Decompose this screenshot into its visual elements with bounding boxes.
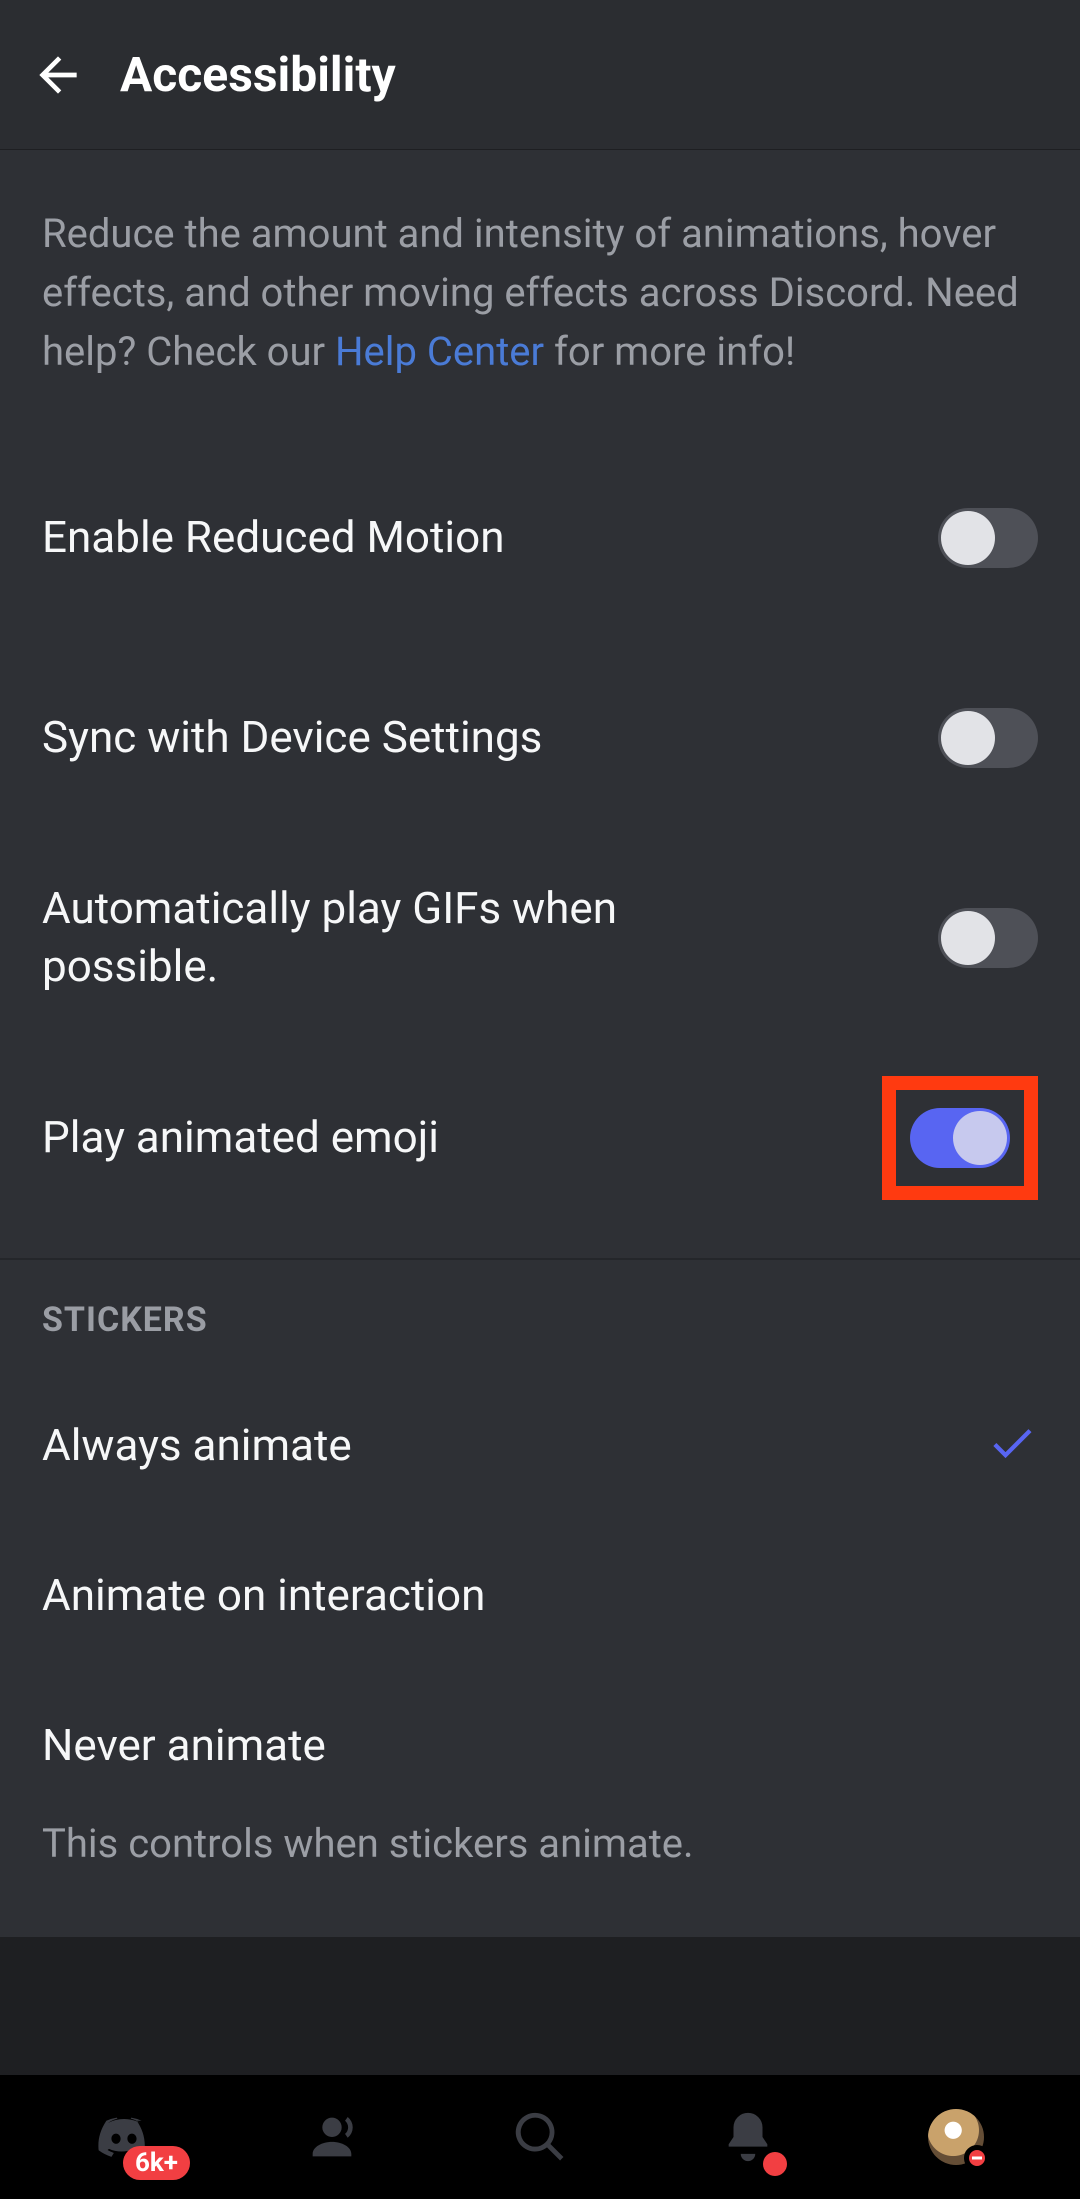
toggle-sync-device[interactable] [938,708,1038,768]
label-never-animate: Never animate [42,1719,326,1771]
label-autoplay-gifs: Automatically play GIFs when possible. [42,880,802,994]
option-animate-interaction[interactable]: Animate on interaction [0,1520,1080,1670]
header: Accessibility [0,0,1080,150]
content: Reduce the amount and intensity of anima… [0,150,1080,1937]
label-animated-emoji: Play animated emoji [42,1109,439,1166]
notification-dot [763,2152,787,2176]
nav-profile[interactable] [911,2092,1001,2182]
row-reduced-motion[interactable]: Enable Reduced Motion [0,438,1080,638]
section-title-stickers: STICKERS [0,1260,1080,1370]
toggle-knob [941,511,995,565]
option-never-animate[interactable]: Never animate [0,1670,1080,1820]
page-title: Accessibility [120,46,396,103]
back-button[interactable] [30,47,120,103]
row-autoplay-gifs[interactable]: Automatically play GIFs when possible. [0,838,1080,1038]
search-icon [511,2108,569,2166]
stickers-description: This controls when stickers animate. [0,1820,1080,1917]
bottom-nav: 6k+ [0,2075,1080,2199]
friends-icon [303,2108,361,2166]
servers-badge: 6k+ [123,2146,190,2180]
option-always-animate[interactable]: Always animate [0,1370,1080,1520]
toggle-knob [953,1111,1007,1165]
label-animate-interaction: Animate on interaction [42,1569,485,1621]
row-animated-emoji[interactable]: Play animated emoji [0,1038,1080,1238]
label-always-animate: Always animate [42,1419,352,1471]
status-dnd-icon [964,2145,990,2171]
intro-text: Reduce the amount and intensity of anima… [0,150,1080,438]
toggle-reduced-motion[interactable] [938,508,1038,568]
nav-friends[interactable] [287,2092,377,2182]
toggle-knob [941,911,995,965]
toggle-animated-emoji[interactable] [910,1108,1010,1168]
row-sync-device[interactable]: Sync with Device Settings [0,638,1080,838]
label-reduced-motion: Enable Reduced Motion [42,509,505,566]
highlight-box [882,1076,1038,1200]
nav-notifications[interactable] [703,2092,793,2182]
avatar [928,2109,984,2165]
nav-search[interactable] [495,2092,585,2182]
arrow-left-icon [30,47,86,103]
nav-servers[interactable]: 6k+ [79,2092,169,2182]
label-sync-device: Sync with Device Settings [42,709,542,766]
intro-after: for more info! [544,328,795,375]
toggle-knob [941,711,995,765]
help-center-link[interactable]: Help Center [335,328,544,375]
check-icon [986,1417,1038,1473]
toggle-autoplay-gifs[interactable] [938,908,1038,968]
